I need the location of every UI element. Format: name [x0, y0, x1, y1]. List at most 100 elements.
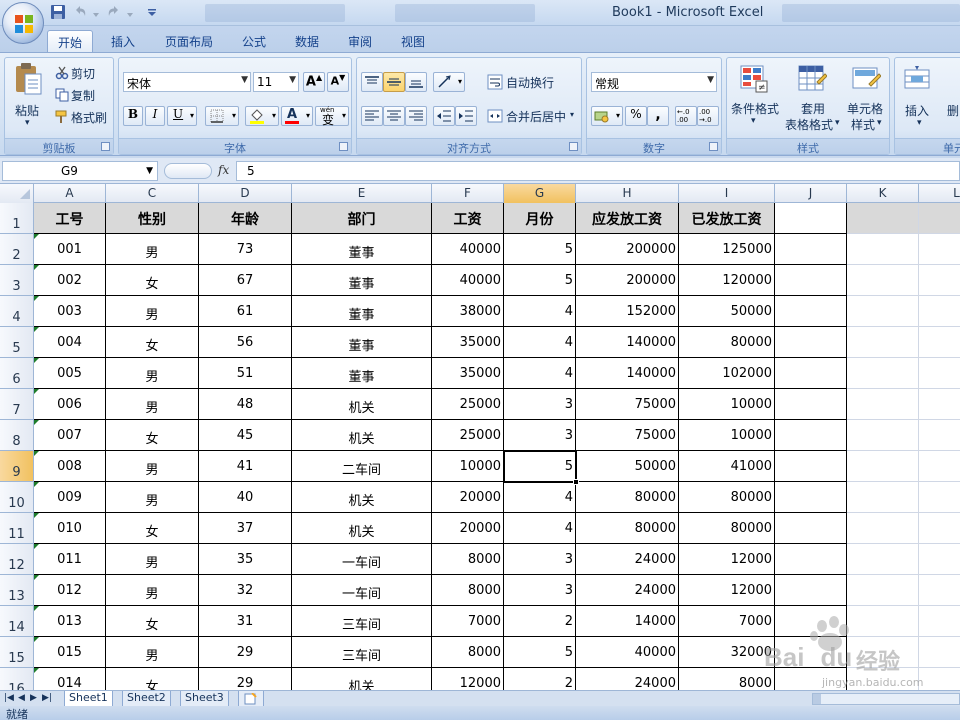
table-cell[interactable]: 10000 [679, 420, 775, 451]
column-header-f[interactable]: F [432, 184, 504, 203]
alignment-launcher-icon[interactable] [569, 142, 578, 151]
header-cell[interactable]: 月份 [504, 203, 576, 234]
header-cell[interactable]: 年龄 [199, 203, 292, 234]
table-cell[interactable]: 7000 [432, 606, 504, 637]
header-cell[interactable]: 工号 [34, 203, 106, 234]
table-cell[interactable]: 200000 [576, 234, 679, 265]
row-header[interactable]: 11 [0, 513, 34, 544]
table-cell[interactable]: 20000 [432, 482, 504, 513]
font-color-button[interactable]: A ▾ [281, 106, 313, 126]
table-cell[interactable]: 董事 [292, 358, 432, 389]
table-cell[interactable] [847, 358, 919, 389]
merge-center-button[interactable]: 合并后居中 [506, 108, 566, 125]
table-cell[interactable] [847, 296, 919, 327]
table-cell[interactable]: 67 [199, 265, 292, 296]
redo-icon[interactable] [106, 4, 124, 22]
header-cell[interactable]: 性别 [106, 203, 199, 234]
row-header[interactable]: 15 [0, 637, 34, 668]
row-header[interactable]: 2 [0, 234, 34, 265]
number-format-dropdown-icon[interactable]: ▼ [707, 75, 714, 85]
table-cell[interactable]: 40000 [576, 637, 679, 668]
table-cell[interactable]: 男 [106, 234, 199, 265]
table-cell[interactable] [847, 389, 919, 420]
borders-button[interactable]: ▾ [205, 106, 239, 126]
table-cell[interactable]: 40000 [432, 265, 504, 296]
table-cell[interactable]: 5 [504, 637, 576, 668]
table-cell[interactable]: 4 [504, 513, 576, 544]
table-cell[interactable] [847, 668, 919, 690]
table-cell[interactable]: 80000 [576, 482, 679, 513]
table-cell[interactable]: 24000 [576, 668, 679, 690]
column-header-h[interactable]: H [576, 184, 679, 203]
table-cell[interactable] [847, 575, 919, 606]
table-cell[interactable]: 男 [106, 482, 199, 513]
table-cell[interactable] [919, 420, 960, 451]
table-cell[interactable]: 5 [504, 234, 576, 265]
increase-indent-button[interactable] [455, 106, 477, 126]
number-launcher-icon[interactable] [709, 142, 718, 151]
row-header[interactable]: 3 [0, 265, 34, 296]
select-all-corner[interactable] [0, 184, 34, 203]
table-cell[interactable]: 女 [106, 265, 199, 296]
table-cell[interactable]: 机关 [292, 482, 432, 513]
table-cell[interactable] [775, 606, 847, 637]
table-cell[interactable]: 003 [34, 296, 106, 327]
table-cell[interactable]: 002 [34, 265, 106, 296]
delete-cells-button[interactable]: 删 [947, 102, 959, 119]
table-cell[interactable] [775, 327, 847, 358]
table-cell[interactable] [919, 296, 960, 327]
decrease-decimal-button[interactable]: .00 →.0 [697, 106, 719, 126]
table-cell[interactable]: 41000 [679, 451, 775, 482]
table-cell[interactable]: 男 [106, 389, 199, 420]
align-left-button[interactable] [361, 106, 383, 126]
column-header-l[interactable]: L [919, 184, 960, 203]
table-cell[interactable]: 男 [106, 296, 199, 327]
save-icon[interactable] [50, 4, 68, 22]
table-cell[interactable]: 5 [504, 265, 576, 296]
tab-home[interactable]: 开始 [47, 30, 93, 52]
table-cell[interactable]: 女 [106, 513, 199, 544]
table-cell[interactable]: 75000 [576, 420, 679, 451]
table-cell[interactable] [847, 606, 919, 637]
table-cell[interactable]: 董事 [292, 234, 432, 265]
tab-page-layout[interactable]: 页面布局 [158, 30, 220, 52]
table-cell[interactable] [847, 327, 919, 358]
next-sheet-icon[interactable]: ▶ [30, 693, 37, 703]
table-cell[interactable]: 2 [504, 668, 576, 690]
row-header[interactable]: 12 [0, 544, 34, 575]
table-cell[interactable]: 005 [34, 358, 106, 389]
table-cell[interactable]: 014 [34, 668, 106, 690]
conditional-formatting-button[interactable]: 条件格式 [731, 100, 779, 117]
row-header[interactable]: 10 [0, 482, 34, 513]
table-cell[interactable]: 机关 [292, 513, 432, 544]
insert-sheet-button[interactable] [238, 691, 264, 707]
table-cell[interactable]: 37 [199, 513, 292, 544]
cell-styles-button[interactable]: 单元格 [847, 100, 883, 117]
redo-dropdown-icon[interactable] [126, 8, 134, 26]
table-cell[interactable]: 35000 [432, 358, 504, 389]
table-cell[interactable] [919, 606, 960, 637]
table-cell[interactable]: 007 [34, 420, 106, 451]
sheet-tab-3[interactable]: Sheet3 [180, 691, 229, 707]
cell-styles-button-line2[interactable]: 样式 [851, 116, 875, 133]
font-color-dropdown-icon[interactable]: ▾ [306, 111, 310, 120]
wrap-text-button[interactable]: 自动换行 [506, 74, 554, 91]
conditional-dropdown-icon[interactable]: ▾ [751, 116, 756, 126]
table-cell[interactable] [775, 420, 847, 451]
phonetic-dropdown-icon[interactable]: ▾ [342, 111, 346, 120]
table-cell[interactable]: 45 [199, 420, 292, 451]
table-cell[interactable]: 董事 [292, 327, 432, 358]
table-cell[interactable]: 29 [199, 637, 292, 668]
tab-data[interactable]: 数据 [287, 30, 327, 52]
table-cell[interactable]: 3 [504, 544, 576, 575]
table-cell[interactable]: 010 [34, 513, 106, 544]
table-cell[interactable]: 8000 [679, 668, 775, 690]
table-cell[interactable]: 80000 [576, 513, 679, 544]
tab-insert[interactable]: 插入 [103, 30, 143, 52]
table-cell[interactable] [919, 575, 960, 606]
table-cell[interactable]: 31 [199, 606, 292, 637]
bottom-align-button[interactable] [405, 72, 427, 92]
table-cell[interactable] [775, 234, 847, 265]
increase-decimal-button[interactable]: ←.0.00 [675, 106, 697, 126]
cut-button[interactable]: 剪切 [71, 65, 95, 82]
